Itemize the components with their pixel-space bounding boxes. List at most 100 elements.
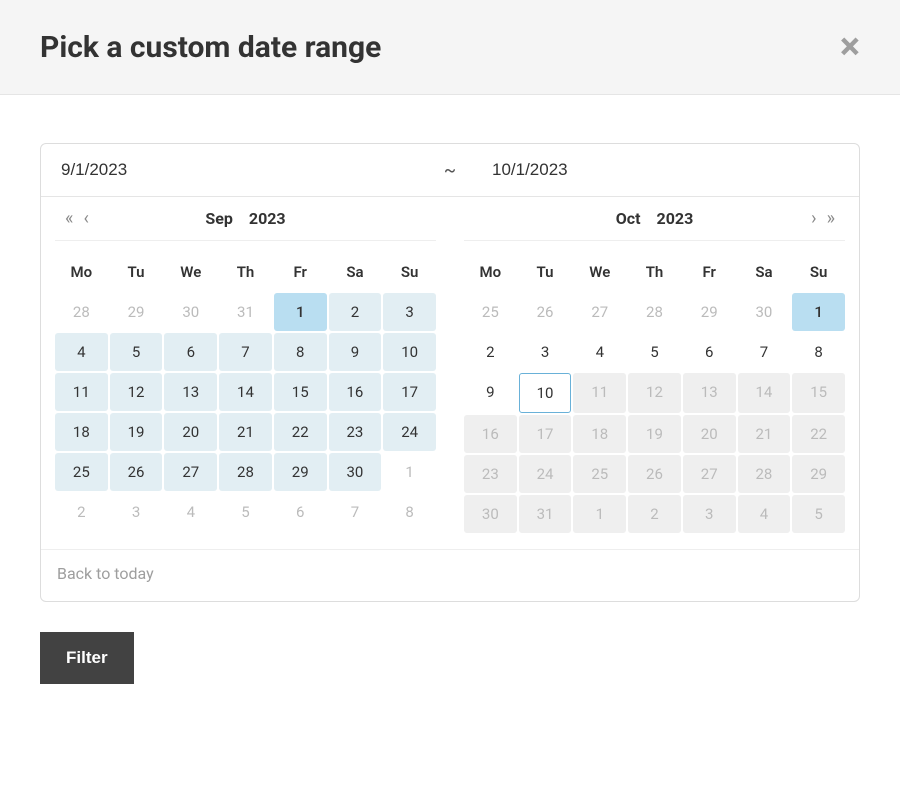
day-cell[interactable]: 5 — [110, 333, 163, 371]
day-cell[interactable]: 4 — [55, 333, 108, 371]
day-of-week-header: Su — [792, 253, 845, 291]
day-cell[interactable]: 3 — [519, 333, 572, 371]
back-to-today-link[interactable]: Back to today — [41, 549, 859, 601]
day-cell: 13 — [683, 373, 736, 413]
day-cell: 20 — [683, 415, 736, 453]
day-of-week-header: Th — [628, 253, 681, 291]
day-cell[interactable]: 1 — [383, 453, 436, 491]
end-date-input[interactable] — [472, 144, 859, 196]
day-cell[interactable]: 1 — [274, 293, 327, 331]
day-cell[interactable]: 28 — [219, 453, 272, 491]
day-cell[interactable]: 2 — [55, 493, 108, 531]
day-cell: 25 — [573, 455, 626, 493]
day-cell[interactable]: 22 — [274, 413, 327, 451]
day-cell: 17 — [519, 415, 572, 453]
day-of-week-header: Sa — [738, 253, 791, 291]
day-cell[interactable]: 13 — [164, 373, 217, 411]
day-cell[interactable]: 31 — [219, 293, 272, 331]
day-cell[interactable]: 15 — [274, 373, 327, 411]
day-cell: 19 — [628, 415, 681, 453]
day-cell[interactable]: 29 — [683, 293, 736, 331]
day-cell[interactable]: 9 — [329, 333, 382, 371]
day-cell[interactable]: 29 — [274, 453, 327, 491]
day-cell[interactable]: 28 — [628, 293, 681, 331]
close-icon[interactable]: × — [840, 28, 860, 66]
day-cell: 15 — [792, 373, 845, 413]
day-of-week-header: Tu — [519, 253, 572, 291]
day-cell[interactable]: 8 — [792, 333, 845, 371]
start-date-input[interactable] — [41, 144, 428, 196]
day-cell[interactable]: 8 — [274, 333, 327, 371]
day-cell[interactable]: 7 — [738, 333, 791, 371]
day-cell[interactable]: 17 — [383, 373, 436, 411]
calendar-left-month[interactable]: Sep — [199, 209, 239, 228]
day-cell[interactable]: 18 — [55, 413, 108, 451]
day-cell[interactable]: 14 — [219, 373, 272, 411]
calendar-left-header: « ‹ Sep 2023 — [55, 197, 436, 241]
day-cell: 11 — [573, 373, 626, 413]
day-cell[interactable]: 6 — [164, 333, 217, 371]
day-cell[interactable]: 21 — [219, 413, 272, 451]
calendar-left: « ‹ Sep 2023 MoTuWeThFrSaSu2829303112345… — [41, 197, 450, 549]
day-cell[interactable]: 3 — [383, 293, 436, 331]
date-inputs-row: ~ — [41, 144, 859, 197]
day-cell[interactable]: 26 — [110, 453, 163, 491]
calendar-left-nav: « ‹ — [65, 208, 89, 229]
day-cell[interactable]: 30 — [329, 453, 382, 491]
day-of-week-header: Mo — [55, 253, 108, 291]
day-cell: 29 — [792, 455, 845, 493]
day-cell[interactable]: 28 — [55, 293, 108, 331]
prev-month-icon[interactable]: ‹ — [83, 208, 88, 229]
day-cell[interactable]: 7 — [329, 493, 382, 531]
day-cell[interactable]: 27 — [164, 453, 217, 491]
calendar-right-month[interactable]: Oct — [610, 209, 647, 228]
day-cell[interactable]: 8 — [383, 493, 436, 531]
day-cell[interactable]: 27 — [573, 293, 626, 331]
calendar-right-year[interactable]: 2023 — [651, 209, 700, 228]
day-cell[interactable]: 26 — [519, 293, 572, 331]
calendar-left-year[interactable]: 2023 — [243, 209, 292, 228]
next-year-icon[interactable]: » — [827, 208, 835, 229]
day-cell: 1 — [573, 495, 626, 533]
day-cell: 22 — [792, 415, 845, 453]
day-cell[interactable]: 25 — [55, 453, 108, 491]
day-cell[interactable]: 23 — [329, 413, 382, 451]
day-cell[interactable]: 11 — [55, 373, 108, 411]
calendar-right-header: Oct 2023 › » — [464, 197, 845, 241]
day-cell[interactable]: 4 — [164, 493, 217, 531]
day-cell[interactable]: 6 — [683, 333, 736, 371]
day-cell[interactable]: 2 — [329, 293, 382, 331]
day-cell[interactable]: 10 — [519, 373, 572, 413]
day-cell[interactable]: 6 — [274, 493, 327, 531]
day-cell: 24 — [519, 455, 572, 493]
day-cell: 12 — [628, 373, 681, 413]
prev-year-icon[interactable]: « — [65, 208, 73, 229]
day-cell[interactable]: 12 — [110, 373, 163, 411]
filter-button[interactable]: Filter — [40, 632, 134, 684]
day-cell[interactable]: 16 — [329, 373, 382, 411]
day-cell[interactable]: 5 — [628, 333, 681, 371]
day-of-week-header: Fr — [683, 253, 736, 291]
day-cell[interactable]: 29 — [110, 293, 163, 331]
calendar-left-grid: MoTuWeThFrSaSu28293031123456789101112131… — [55, 241, 436, 531]
day-cell[interactable]: 30 — [738, 293, 791, 331]
day-cell: 27 — [683, 455, 736, 493]
modal-header: Pick a custom date range × — [0, 0, 900, 95]
day-cell[interactable]: 9 — [464, 373, 517, 413]
next-month-icon[interactable]: › — [811, 208, 816, 229]
day-cell[interactable]: 7 — [219, 333, 272, 371]
day-cell[interactable]: 5 — [219, 493, 272, 531]
day-cell[interactable]: 10 — [383, 333, 436, 371]
day-cell[interactable]: 1 — [792, 293, 845, 331]
day-cell: 31 — [519, 495, 572, 533]
day-of-week-header: Tu — [110, 253, 163, 291]
day-cell[interactable]: 25 — [464, 293, 517, 331]
day-cell[interactable]: 24 — [383, 413, 436, 451]
day-cell[interactable]: 3 — [110, 493, 163, 531]
day-cell[interactable]: 2 — [464, 333, 517, 371]
day-cell[interactable]: 20 — [164, 413, 217, 451]
day-cell[interactable]: 4 — [573, 333, 626, 371]
day-cell[interactable]: 19 — [110, 413, 163, 451]
day-cell[interactable]: 30 — [164, 293, 217, 331]
day-of-week-header: Sa — [329, 253, 382, 291]
